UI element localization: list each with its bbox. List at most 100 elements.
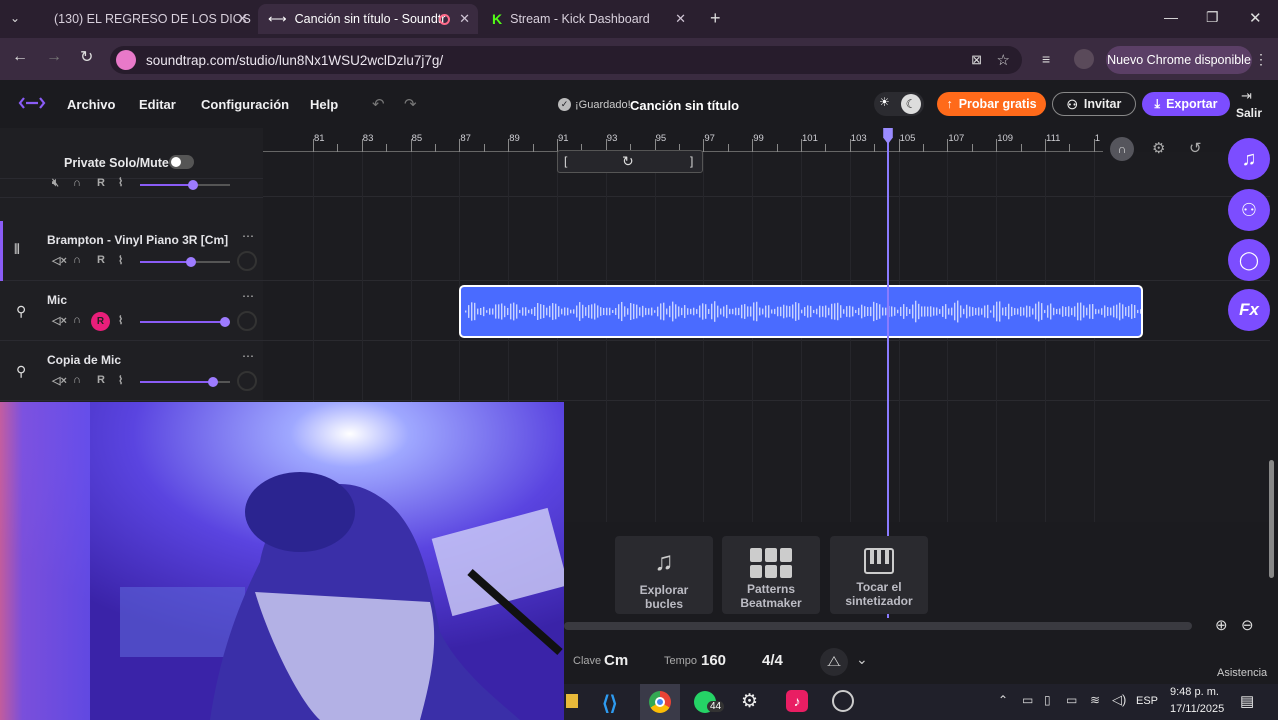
gear-icon[interactable]: ⚙ xyxy=(1152,139,1165,157)
chrome-menu-icon[interactable]: ⋮ xyxy=(1254,51,1268,68)
file-explorer-icon[interactable] xyxy=(566,694,578,708)
translate-icon[interactable]: ⊠ xyxy=(971,52,982,68)
track-name[interactable]: Brampton - Vinyl Piano 3R [Cm] xyxy=(47,233,228,247)
loop-end-icon[interactable]: ] xyxy=(690,154,693,168)
tray-chevron-icon[interactable]: ⌃ xyxy=(998,693,1008,707)
record-button[interactable]: R xyxy=(97,374,105,386)
track-options-icon[interactable]: ⋯ xyxy=(242,349,254,363)
headset-icon[interactable]: ∩ xyxy=(1110,137,1134,161)
try-free-button[interactable]: ↑ Probar gratis xyxy=(937,92,1046,116)
obs-icon[interactable] xyxy=(832,690,854,712)
language-indicator[interactable]: ESP xyxy=(1136,695,1158,707)
invite-button[interactable]: ⚇ Invitar xyxy=(1052,92,1136,116)
close-icon[interactable]: ✕ xyxy=(459,11,470,27)
headphones-icon[interactable]: ∩ xyxy=(73,177,81,189)
chrome-taskbar-button[interactable] xyxy=(640,684,680,720)
menu-help[interactable]: Help xyxy=(310,97,338,112)
track-row[interactable]: ⫴ Brampton - Vinyl Piano 3R [Cm] ⋯ ◁× ∩ … xyxy=(0,221,263,281)
settings-gear-icon[interactable]: ⚙ xyxy=(741,690,758,713)
automation-icon[interactable]: ⌇ xyxy=(118,374,123,387)
vertical-scrollbar[interactable] xyxy=(1269,460,1274,578)
exit-label[interactable]: Salir xyxy=(1236,106,1262,120)
record-button[interactable]: R xyxy=(97,177,105,189)
notifications-icon[interactable]: ▤ xyxy=(1240,692,1254,710)
explore-loops-button[interactable]: ♫ Explorar bucles xyxy=(615,536,713,614)
pan-knob[interactable] xyxy=(237,371,257,391)
redo-icon[interactable]: ↷ xyxy=(404,95,417,113)
timeline-ruler[interactable]: 81 83 85 87 89 91 93 95 97 99 101 103 105 107 109 111 1 xyxy=(263,128,1120,152)
automation-icon[interactable]: ⌇ xyxy=(118,254,123,267)
chrome-update-button[interactable]: Nuevo Chrome disponible xyxy=(1106,46,1252,74)
automation-icon[interactable]: ⌇ xyxy=(118,176,123,189)
close-icon[interactable]: ✕ xyxy=(237,11,248,27)
address-bar[interactable]: soundtrap.com/studio/lun8Nx1WSU2wclDzlu7… xyxy=(110,46,1022,74)
clock-time[interactable]: 9:48 p. m. xyxy=(1170,686,1219,698)
headphones-icon[interactable]: ∩ xyxy=(73,314,81,326)
pan-knob[interactable] xyxy=(237,311,257,331)
volume-slider[interactable] xyxy=(140,377,230,387)
new-tab-button[interactable]: + xyxy=(710,8,721,29)
audio-clip-mic[interactable] xyxy=(459,285,1143,338)
soundtrap-logo-icon[interactable] xyxy=(18,96,46,110)
loop-icon[interactable]: ↻ xyxy=(622,153,634,170)
back-icon[interactable]: ← xyxy=(12,48,28,66)
minimize-button[interactable]: — xyxy=(1164,9,1178,25)
mute-icon[interactable]: ◁× xyxy=(52,254,67,267)
media-icon[interactable]: ≡ xyxy=(1042,51,1050,67)
tempo-value[interactable]: 160 xyxy=(701,652,726,669)
battery-icon[interactable]: ▭ xyxy=(1066,693,1077,707)
record-button[interactable]: R xyxy=(97,254,105,266)
headphones-icon[interactable]: ∩ xyxy=(73,374,81,386)
volume-slider[interactable] xyxy=(140,257,230,267)
menu-archivo[interactable]: Archivo xyxy=(67,97,115,112)
tab-kick[interactable]: K Stream - Kick Dashboard ✕ xyxy=(482,4,694,34)
zoom-out-icon[interactable]: ⊖ xyxy=(1241,616,1254,634)
zoom-in-icon[interactable]: ⊕ xyxy=(1215,616,1228,634)
track-name[interactable]: Mic xyxy=(47,293,67,307)
assistance-link[interactable]: Asistencia xyxy=(1217,667,1267,679)
track-row[interactable]: 🔇︎ ∩ R ⌇ xyxy=(0,176,263,198)
pan-knob[interactable] xyxy=(237,251,257,271)
automation-icon[interactable]: ⌇ xyxy=(118,314,123,327)
star-icon[interactable]: ☆ xyxy=(997,51,1010,69)
time-signature[interactable]: 4/4 xyxy=(762,652,783,669)
tab-youtube[interactable]: (130) EL REGRESO DE LOS DIOS ✕ xyxy=(36,4,256,34)
refresh-icon[interactable]: ↺ xyxy=(1189,139,1202,157)
profile-avatar[interactable] xyxy=(1074,49,1094,69)
track-row[interactable]: ⚲ Copia de Mic ⋯ ◁× ∩ R ⌇ xyxy=(0,341,263,401)
menu-editar[interactable]: Editar xyxy=(139,97,176,112)
chevron-down-icon[interactable]: ⌄ xyxy=(856,651,868,668)
collaborators-button[interactable]: ⚇ xyxy=(1228,189,1270,231)
play-synth-button[interactable]: Tocar el sintetizador xyxy=(830,536,928,614)
export-button[interactable]: ⤓ Exportar xyxy=(1142,92,1230,116)
volume-slider[interactable] xyxy=(140,317,230,327)
track-options-icon[interactable]: ⋯ xyxy=(242,229,254,243)
tab-search-icon[interactable]: ⌄ xyxy=(10,11,20,25)
close-icon[interactable]: ✕ xyxy=(675,11,686,27)
tab-soundtrap[interactable]: ⟷ Canción sin título - Soundtr ✕ xyxy=(258,4,478,34)
undo-icon[interactable]: ↶ xyxy=(372,95,385,113)
vscode-icon[interactable]: ⟨⟩ xyxy=(602,691,618,716)
mute-icon[interactable]: ◁× xyxy=(52,314,67,327)
fx-button[interactable]: Fx xyxy=(1228,289,1270,331)
theme-toggle[interactable]: ☀ ☾ xyxy=(874,92,924,116)
forward-icon[interactable]: → xyxy=(46,48,62,66)
track-name[interactable]: Copia de Mic xyxy=(47,353,121,367)
exit-icon[interactable]: ⇥ xyxy=(1241,88,1252,104)
loops-panel-button[interactable]: ♫ xyxy=(1228,138,1270,180)
patterns-beatmaker-button[interactable]: Patterns Beatmaker xyxy=(722,536,820,614)
mute-icon[interactable]: ◁× xyxy=(52,374,67,387)
mic-permission-icon[interactable] xyxy=(116,50,136,70)
loop-start-icon[interactable]: [ xyxy=(564,154,567,168)
close-window-button[interactable]: ✕ xyxy=(1249,9,1262,27)
menu-configuracion[interactable]: Configuración xyxy=(201,97,289,112)
track-options-icon[interactable]: ⋯ xyxy=(242,289,254,303)
song-title[interactable]: Canción sin título xyxy=(630,98,739,113)
mute-icon[interactable]: 🔇︎ xyxy=(52,177,59,190)
tiktok-icon[interactable]: ♪ xyxy=(786,690,808,712)
wifi-icon[interactable]: ≋ xyxy=(1090,693,1100,707)
clock-date[interactable]: 17/11/2025 xyxy=(1170,703,1224,715)
volume-slider[interactable] xyxy=(140,180,230,190)
maximize-button[interactable]: ❐ xyxy=(1206,9,1219,26)
volume-icon[interactable]: ◁) xyxy=(1112,692,1126,708)
